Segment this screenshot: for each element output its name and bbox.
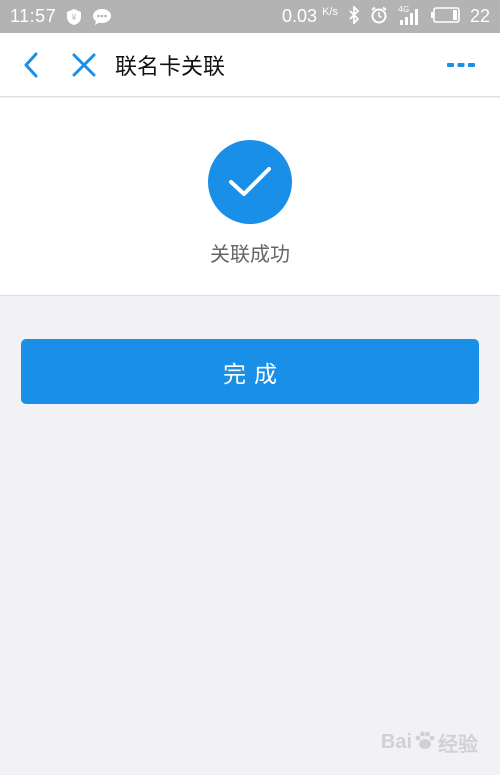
net-speed-unit: K/s [322, 6, 338, 18]
status-time: 11:57 [10, 6, 57, 26]
close-button[interactable] [69, 50, 99, 80]
shield-icon: ¥ [66, 8, 82, 26]
result-card: 关联成功 [0, 98, 500, 296]
bluetooth-icon [348, 4, 360, 28]
check-icon [229, 167, 271, 196]
signal-icon: 4G [397, 4, 420, 26]
more-button[interactable] [444, 50, 478, 80]
watermark-suffix: 经验 [438, 734, 478, 756]
battery-icon [430, 6, 460, 27]
page-title: 联名卡关联 [115, 54, 226, 80]
network-speed: 0.03 K/s [282, 6, 338, 27]
chevron-left-icon [24, 52, 38, 77]
status-bar: 11:57 ¥ 0.03 K/s 4G 22 [0, 0, 500, 33]
more-icon [447, 62, 475, 67]
watermark: Bai 经验 [381, 728, 478, 757]
paw-icon [414, 729, 436, 757]
success-badge [208, 140, 292, 224]
alarm-icon [370, 6, 388, 28]
network-type-label: 4G [397, 4, 410, 14]
chat-icon [92, 8, 112, 26]
close-icon [72, 53, 96, 76]
net-speed-value: 0.03 [282, 6, 318, 26]
result-message: 关联成功 [210, 242, 290, 266]
back-button[interactable] [16, 50, 46, 80]
nav-bar: 联名卡关联 [0, 33, 500, 97]
watermark-prefix: Bai [380, 731, 412, 753]
battery-level: 22 [469, 6, 490, 26]
svg-text:¥: ¥ [71, 13, 77, 22]
done-button[interactable]: 完成 [21, 339, 479, 404]
